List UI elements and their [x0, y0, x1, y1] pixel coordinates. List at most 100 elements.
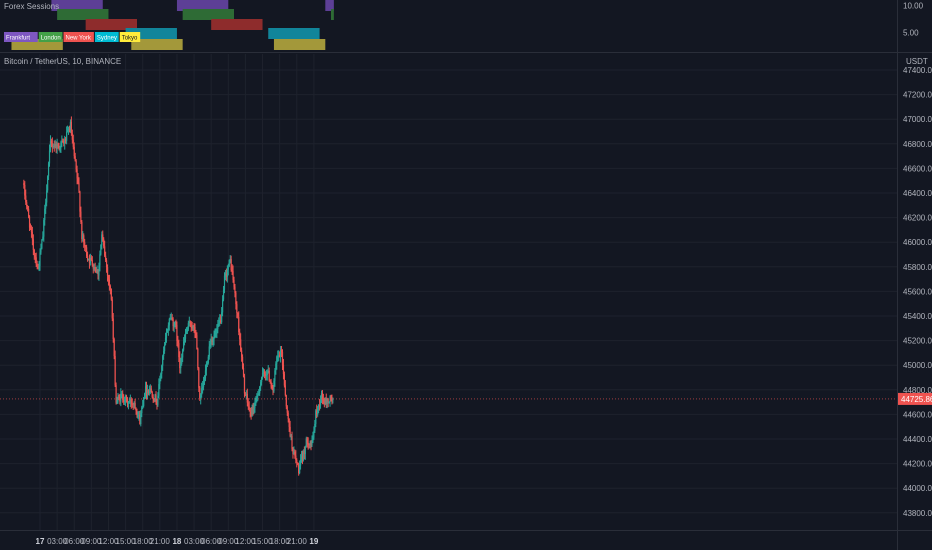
candle-body: [28, 216, 31, 228]
candle-body: [253, 408, 255, 410]
chart-background: [0, 0, 932, 550]
session-bar-tokyo: [273, 39, 326, 50]
candle-body: [205, 364, 208, 371]
candle-body: [239, 332, 241, 340]
candle-body: [260, 382, 262, 388]
candle-body: [107, 275, 110, 280]
candle-body: [193, 326, 195, 327]
candle-body: [66, 129, 69, 132]
candle-body: [85, 247, 88, 257]
candle-body: [136, 411, 138, 416]
candle-body: [285, 395, 287, 407]
price-tick-label: 46600.00: [903, 164, 932, 173]
candle-body: [238, 316, 240, 333]
candle-body: [317, 407, 319, 415]
candle-body: [299, 459, 302, 466]
candle-body: [180, 363, 182, 369]
session-pane-title: Forex Sessions: [4, 2, 59, 11]
candle-body: [321, 392, 324, 399]
legend-label: Frankfurt: [6, 36, 30, 42]
candle-body: [40, 248, 42, 253]
candle-body: [162, 356, 164, 366]
candle-body: [258, 393, 260, 395]
candle-body: [306, 438, 308, 443]
candle-body: [57, 144, 59, 147]
candle-body: [165, 332, 168, 338]
candle-body: [195, 333, 197, 336]
candle-body: [284, 385, 286, 396]
candle-body: [167, 325, 169, 331]
candle-body: [203, 378, 206, 381]
candle-body: [194, 326, 196, 334]
candle-body: [327, 398, 329, 403]
price-pane-title: Bitcoin / TetherUS, 10, BINANCE: [4, 57, 121, 66]
candle-body: [263, 372, 266, 375]
candle-body: [291, 436, 293, 450]
candle-body: [163, 350, 165, 357]
price-tick-label: 43800.00: [903, 509, 932, 518]
candle-body: [265, 375, 267, 377]
candle-body: [217, 324, 219, 330]
candle-body: [79, 191, 81, 212]
candle-body: [76, 169, 78, 179]
candle-body: [105, 260, 108, 268]
price-axis-unit: USDT: [906, 57, 928, 66]
candle-body: [236, 304, 238, 313]
candle-body: [187, 323, 189, 330]
candle-body: [48, 150, 51, 164]
candle-body: [86, 256, 89, 260]
candle-body: [78, 182, 80, 192]
candle-body: [283, 374, 286, 386]
candle-body: [249, 410, 251, 412]
price-tick-label: 46200.00: [903, 214, 932, 223]
price-tick-label: 46000.00: [903, 238, 932, 247]
candle-body: [60, 142, 62, 148]
candle-body: [216, 329, 218, 334]
candle-body: [171, 317, 173, 320]
candle-body: [43, 220, 45, 237]
candle-body: [319, 401, 322, 406]
candle-body: [189, 321, 191, 324]
candle-body: [230, 259, 232, 271]
candle-body: [113, 339, 115, 357]
price-tick-label: 44000.00: [903, 484, 932, 493]
candle-body: [233, 279, 235, 287]
candle-body: [39, 252, 41, 266]
last-price-label: 44725.86: [901, 395, 932, 404]
candle-body: [163, 344, 166, 351]
candle-body: [240, 339, 242, 351]
time-axis-ticks: 17 03:0006:0009:0012:0015:0018:0021:00 18 0…: [36, 537, 319, 546]
candle-body: [247, 402, 249, 407]
candle-body: [134, 402, 136, 409]
candle-body: [234, 286, 236, 293]
candle-body: [243, 376, 246, 394]
price-tick-label: 47000.00: [903, 115, 932, 124]
candle-body: [261, 373, 264, 378]
legend-label: Tokyo: [122, 36, 138, 42]
candle-body: [73, 146, 75, 157]
candle-body: [181, 357, 183, 364]
price-tick-label: 44600.00: [903, 410, 932, 419]
candle-body: [176, 325, 178, 341]
candle-body: [114, 356, 116, 386]
candle-body: [30, 228, 33, 233]
candle-body: [218, 323, 220, 325]
session-bar-london: [182, 9, 235, 20]
candle-body: [257, 394, 259, 397]
candle-body: [148, 391, 150, 394]
candle-body: [108, 279, 111, 287]
candle-body: [295, 455, 297, 460]
candle-body: [112, 318, 114, 340]
candle-body: [273, 380, 275, 391]
candle-body: [116, 401, 118, 403]
candle-body: [270, 381, 272, 387]
candle-body: [161, 365, 163, 374]
candle-body: [151, 392, 153, 398]
candle-body: [289, 426, 291, 437]
candle-body: [106, 267, 109, 276]
candle-body: [47, 176, 49, 191]
candle-body: [128, 401, 130, 403]
candle-body: [208, 346, 210, 357]
candle-body: [47, 163, 50, 177]
candle-body: [177, 340, 179, 344]
